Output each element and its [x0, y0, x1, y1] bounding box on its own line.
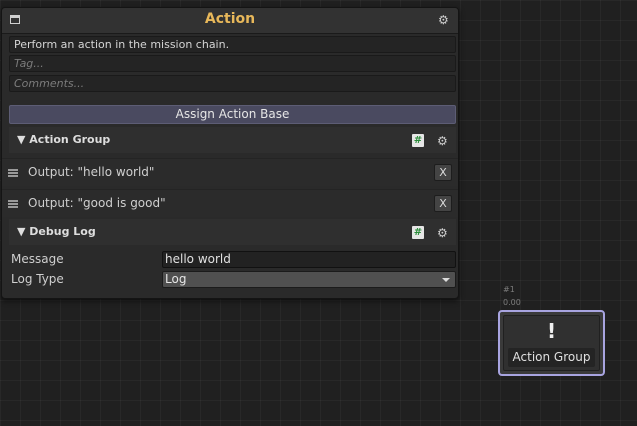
comments-input[interactable]: Comments...	[9, 75, 456, 92]
drag-handle-icon[interactable]	[8, 200, 18, 208]
tag-input[interactable]: Tag...	[9, 55, 456, 72]
log-type-dropdown[interactable]: Log	[162, 271, 456, 288]
output-row[interactable]: Output: "good is good" X	[2, 189, 458, 217]
node-label: Action Group	[508, 348, 595, 367]
action-group-node[interactable]: ! Action Group	[498, 310, 605, 376]
output-text: Output: "good is good"	[28, 196, 166, 210]
remove-output-button[interactable]: X	[434, 195, 452, 212]
drag-handle-icon[interactable]	[8, 169, 18, 177]
node-body[interactable]: ! Action Group	[503, 315, 600, 371]
remove-output-button[interactable]: X	[434, 164, 452, 181]
node-time: 0.00	[503, 298, 521, 307]
log-type-label: Log Type	[11, 272, 64, 286]
debug-log-settings-gear-icon[interactable]: ⚙	[437, 227, 448, 239]
message-label: Message	[11, 252, 64, 266]
action-group-settings-gear-icon[interactable]: ⚙	[437, 135, 448, 147]
script-icon[interactable]: #	[412, 134, 424, 147]
exclamation-icon: !	[546, 319, 557, 343]
output-row[interactable]: Output: "hello world" X	[2, 158, 458, 186]
node-id: #1	[503, 285, 515, 294]
debug-log-header[interactable]: ▼ Debug Log # ⚙	[9, 219, 456, 245]
description-field[interactable]: Perform an action in the mission chain.	[9, 36, 456, 53]
action-group-header[interactable]: ▼ Action Group # ⚙	[9, 127, 456, 153]
panel-settings-gear-icon[interactable]: ⚙	[438, 14, 449, 26]
output-text: Output: "hello world"	[28, 165, 155, 179]
assign-action-base-button[interactable]: Assign Action Base	[9, 105, 456, 124]
action-inspector-panel: Action ⚙ Perform an action in the missio…	[1, 7, 459, 299]
log-type-value: Log	[165, 272, 187, 286]
panel-header[interactable]: Action ⚙	[2, 8, 458, 34]
message-input[interactable]: hello world	[162, 251, 456, 268]
panel-title: Action	[204, 11, 256, 27]
debug-log-title[interactable]: ▼ Debug Log	[17, 225, 96, 238]
chevron-down-icon	[442, 278, 450, 282]
action-group-title[interactable]: ▼ Action Group	[17, 133, 110, 146]
script-icon[interactable]: #	[412, 226, 424, 239]
